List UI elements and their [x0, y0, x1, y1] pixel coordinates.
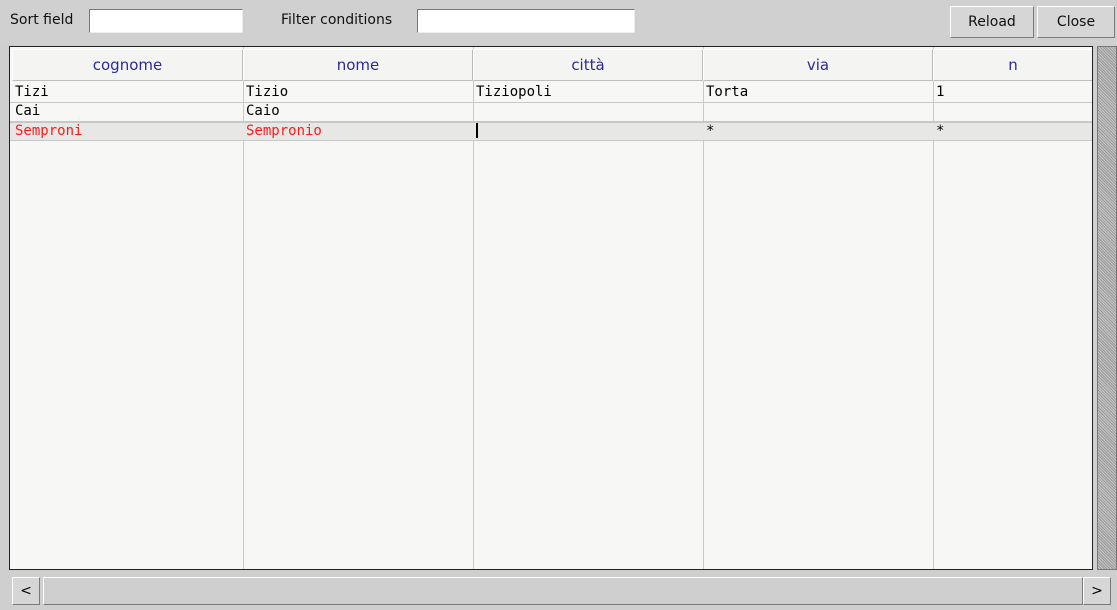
- cell-nome[interactable]: Sempronio: [243, 123, 473, 141]
- cell-n[interactable]: *: [933, 123, 1092, 141]
- cell-via[interactable]: [703, 103, 933, 121]
- data-grid[interactable]: cognome nome città via n Tizi Tizio Tizi…: [9, 46, 1093, 570]
- cell-nome[interactable]: Tizio: [243, 84, 473, 102]
- cell-citta[interactable]: Tiziopoli: [473, 84, 703, 102]
- cell-citta-active[interactable]: [473, 123, 703, 141]
- column-header-n[interactable]: n: [933, 49, 1092, 81]
- table-row-editing[interactable]: Semproni Sempronio * *: [10, 122, 1092, 141]
- cell-via[interactable]: Torta: [703, 84, 933, 102]
- filter-conditions-input[interactable]: [417, 9, 635, 33]
- horizontal-scrollbar[interactable]: < >: [9, 574, 1117, 608]
- sort-field-label: Sort field: [10, 12, 74, 28]
- cell-citta[interactable]: [473, 103, 703, 121]
- scroll-left-button[interactable]: <: [12, 577, 40, 605]
- cell-cognome[interactable]: Cai: [12, 103, 243, 121]
- cell-via[interactable]: *: [703, 123, 933, 141]
- chevron-right-icon: >: [1091, 583, 1103, 599]
- cell-cognome[interactable]: Semproni: [12, 123, 243, 141]
- cell-n[interactable]: [933, 103, 1092, 121]
- column-header-via[interactable]: via: [703, 49, 933, 81]
- header-row: cognome nome città via n: [10, 47, 1092, 81]
- sort-field-input[interactable]: [89, 9, 243, 33]
- vertical-scrollbar[interactable]: [1097, 46, 1117, 570]
- cell-cognome[interactable]: Tizi: [12, 84, 243, 102]
- text-cursor: [476, 123, 478, 138]
- cell-nome[interactable]: Caio: [243, 103, 473, 121]
- column-header-nome[interactable]: nome: [243, 49, 473, 81]
- table-row[interactable]: Tizi Tizio Tiziopoli Torta 1: [10, 84, 1092, 103]
- toolbar: Sort field Filter conditions Reload Clos…: [0, 0, 1117, 44]
- scroll-right-button[interactable]: >: [1083, 577, 1111, 605]
- cell-n[interactable]: 1: [933, 84, 1092, 102]
- filter-conditions-label: Filter conditions: [281, 12, 393, 28]
- reload-button[interactable]: Reload: [950, 6, 1034, 38]
- close-button[interactable]: Close: [1037, 6, 1115, 38]
- chevron-left-icon: <: [20, 583, 32, 599]
- column-header-citta[interactable]: città: [473, 49, 703, 81]
- column-header-cognome[interactable]: cognome: [12, 49, 243, 81]
- table-row[interactable]: Cai Caio: [10, 103, 1092, 122]
- horizontal-scroll-thumb[interactable]: [43, 577, 1083, 605]
